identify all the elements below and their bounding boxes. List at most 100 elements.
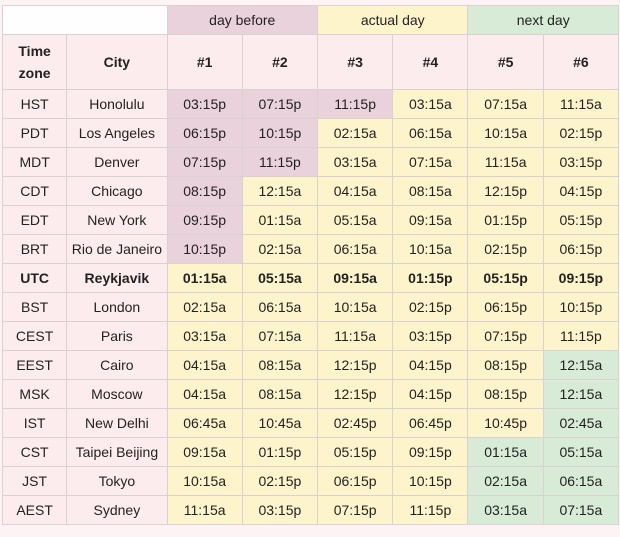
time-cell-3: 06:15p <box>316 466 394 496</box>
time-cell-4: 09:15p <box>392 437 469 467</box>
time-cell-6: 06:15a <box>542 466 620 496</box>
col-header-6: #6 <box>542 34 620 90</box>
city-cell: Moscow <box>66 379 168 409</box>
timezone-cell: AEST <box>1 495 68 525</box>
time-cell-4: 03:15a <box>392 89 469 119</box>
time-cell-6: 05:15p <box>542 205 620 235</box>
group-header-row: day before actual day next day <box>2 5 619 35</box>
time-cell-1: 11:15a <box>166 495 243 525</box>
group-header-blank <box>2 5 168 35</box>
time-cell-4: 08:15a <box>392 176 469 206</box>
time-cell-5: 07:15a <box>467 89 544 119</box>
time-cell-5: 01:15a <box>467 437 544 467</box>
time-cell-3: 12:15p <box>316 350 394 380</box>
time-cell-2: 03:15p <box>241 495 319 525</box>
time-cell-1: 09:15p <box>166 205 243 235</box>
table-row: EEST Cairo 04:15a 08:15a 12:15p 04:15p 08:15p 1… <box>1 350 620 380</box>
time-cell-5: 06:15p <box>467 292 544 322</box>
time-cell-2: 02:15p <box>241 466 319 496</box>
time-cell-2: 10:15p <box>241 118 319 148</box>
time-cell-4: 01:15p <box>392 263 469 293</box>
time-cell-5: 05:15p <box>467 263 544 293</box>
timezone-cell: BST <box>1 292 68 322</box>
col-header-timezone: Time zone <box>1 34 68 90</box>
city-cell: Taipei Beijing <box>66 437 168 467</box>
city-cell: Tokyo <box>66 466 168 496</box>
time-cell-2: 10:45a <box>241 408 319 438</box>
timezone-cell: UTC <box>1 263 68 293</box>
time-cell-1: 07:15p <box>166 147 243 177</box>
time-cell-6: 11:15a <box>542 89 620 119</box>
city-cell: Denver <box>66 147 168 177</box>
col-header-city: City <box>66 34 168 90</box>
time-cell-2: 08:15a <box>241 350 319 380</box>
group-day-before: day before <box>166 5 319 35</box>
table-row: PDT Los Angeles 06:15p 10:15p 02:15a 06:15a 10… <box>1 118 620 148</box>
table-row: UTC Reykjavik 01:15a 05:15a 09:15a 01:15p 05:1… <box>1 263 620 293</box>
time-cell-5: 10:15a <box>467 118 544 148</box>
timezone-cell: JST <box>1 466 68 496</box>
time-cell-2: 05:15a <box>241 263 319 293</box>
time-cell-6: 11:15p <box>542 321 620 351</box>
table-row: CEST Paris 03:15a 07:15a 11:15a 03:15p 07:15p 1… <box>1 321 620 351</box>
table-row: CDT Chicago 08:15p 12:15a 04:15a 08:15a 12:15p… <box>1 176 620 206</box>
time-cell-1: 03:15a <box>166 321 243 351</box>
time-cell-6: 02:15p <box>542 118 620 148</box>
time-cell-4: 06:15a <box>392 118 469 148</box>
table-row: BST London 02:15a 06:15a 10:15a 02:15p 06:15p 1… <box>1 292 620 322</box>
timezone-table: day before actual day next day Time zone… <box>1 5 620 525</box>
time-cell-6: 12:15a <box>542 379 620 409</box>
time-cell-2: 12:15a <box>241 176 319 206</box>
city-cell: Paris <box>66 321 168 351</box>
city-cell: New Delhi <box>66 408 168 438</box>
city-cell: Reykjavik <box>66 263 168 293</box>
timezone-cell: EDT <box>1 205 68 235</box>
time-cell-4: 07:15a <box>392 147 469 177</box>
time-cell-1: 09:15a <box>166 437 243 467</box>
city-cell: Rio de Janeiro <box>66 234 168 264</box>
time-cell-5: 08:15p <box>467 379 544 409</box>
time-cell-1: 06:45a <box>166 408 243 438</box>
table-row: BRT Rio de Janeiro 10:15p 02:15a 06:15a 10:15… <box>1 234 620 264</box>
timezone-cell: EEST <box>1 350 68 380</box>
time-cell-2: 07:15a <box>241 321 319 351</box>
time-cell-1: 04:15a <box>166 379 243 409</box>
time-cell-1: 06:15p <box>166 118 243 148</box>
time-cell-3: 11:15a <box>316 321 394 351</box>
col-header-3: #3 <box>316 34 394 90</box>
time-cell-1: 04:15a <box>166 350 243 380</box>
time-cell-4: 03:15p <box>392 321 469 351</box>
time-cell-6: 02:45a <box>542 408 620 438</box>
time-cell-3: 02:45p <box>316 408 394 438</box>
time-cell-5: 02:15a <box>467 466 544 496</box>
table-row: JST Tokyo 10:15a 02:15p 06:15p 10:15p 02:15a 06… <box>1 466 620 496</box>
table-row: IST New Delhi 06:45a 10:45a 02:45p 06:45p 10:4… <box>1 408 620 438</box>
time-cell-6: 04:15p <box>542 176 620 206</box>
column-header-row: Time zone City #1 #2 #3 #4 #5 #6 <box>1 34 620 90</box>
time-cell-4: 04:15p <box>392 350 469 380</box>
timezone-cell: CEST <box>1 321 68 351</box>
timezone-cell: CDT <box>1 176 68 206</box>
time-cell-5: 12:15p <box>467 176 544 206</box>
city-cell: New York <box>66 205 168 235</box>
time-cell-6: 05:15a <box>542 437 620 467</box>
time-cell-2: 07:15p <box>241 89 319 119</box>
timezone-cell: BRT <box>1 234 68 264</box>
time-cell-6: 10:15p <box>542 292 620 322</box>
time-cell-3: 10:15a <box>316 292 394 322</box>
table-row: CST Taipei Beijing 09:15a 01:15p 05:15p 09:15… <box>1 437 620 467</box>
time-cell-5: 01:15p <box>467 205 544 235</box>
table-row: EDT New York 09:15p 01:15a 05:15a 09:15a 01:15… <box>1 205 620 235</box>
time-cell-3: 11:15p <box>316 89 394 119</box>
time-cell-1: 02:15a <box>166 292 243 322</box>
time-cell-5: 08:15p <box>467 350 544 380</box>
table-row: MDT Denver 07:15p 11:15p 03:15a 07:15a 11:15a 0… <box>1 147 620 177</box>
time-cell-3: 04:15a <box>316 176 394 206</box>
time-cell-1: 10:15a <box>166 466 243 496</box>
table-row: HST Honolulu 03:15p 07:15p 11:15p 03:15a 07:15… <box>1 89 620 119</box>
time-cell-4: 04:15p <box>392 379 469 409</box>
group-next-day: next day <box>467 5 619 35</box>
time-cell-5: 10:45p <box>467 408 544 438</box>
col-header-1: #1 <box>166 34 243 90</box>
time-cell-4: 11:15p <box>392 495 469 525</box>
